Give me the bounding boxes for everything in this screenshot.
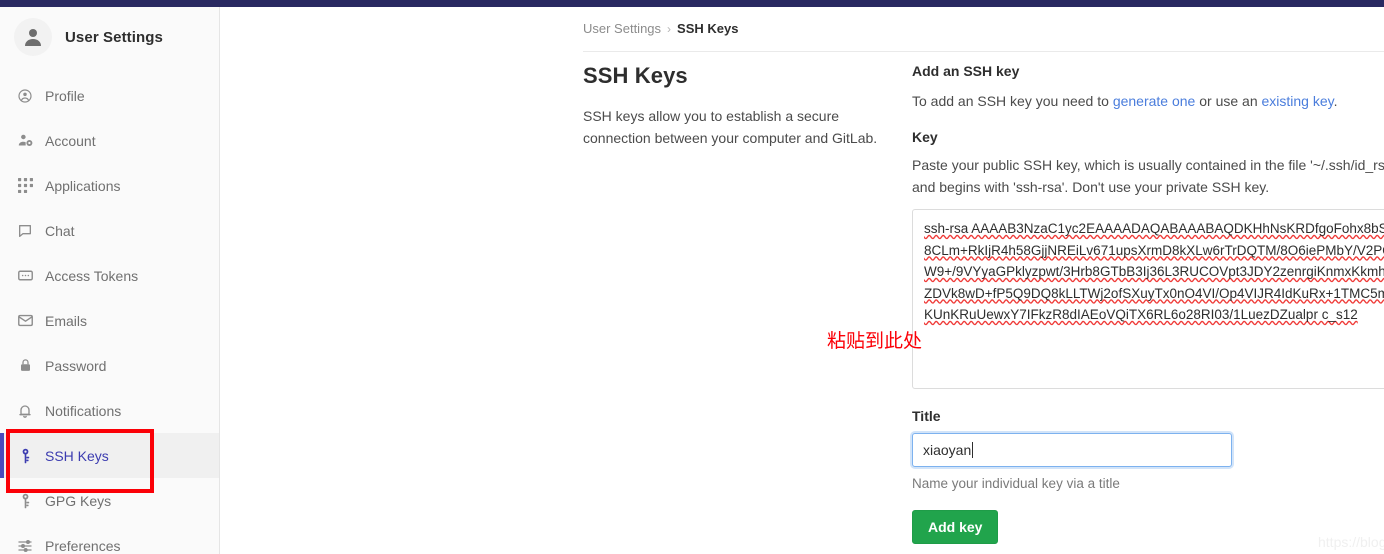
main-content: User Settings › SSH Keys SSH Keys SSH keys… (220, 7, 1384, 554)
lead-suffix: . (1333, 93, 1338, 109)
top-navigation-bar (0, 0, 1384, 7)
grid-apps-icon (15, 176, 35, 196)
key-field-label: Key (912, 129, 938, 145)
sidebar-item-label: Notifications (45, 402, 122, 419)
user-gear-icon (15, 131, 35, 151)
title-field-label: Title (912, 408, 941, 424)
add-ssh-key-form: Add an SSH key To add an SSH key you nee… (912, 63, 1384, 544)
key-icon (15, 491, 35, 511)
title-input[interactable]: xiaoyan (912, 433, 1232, 467)
sidebar-item-label: Applications (45, 177, 121, 194)
sidebar-item-label: Account (45, 132, 96, 149)
generate-one-link[interactable]: generate one (1113, 93, 1196, 109)
lead-prefix: To add an SSH key you need to (912, 93, 1113, 109)
ssh-key-value: ssh-rsa AAAAB3NzaC1yc2EAAAADAQABAAABAQDK… (924, 221, 1384, 322)
key-icon (15, 446, 35, 466)
sidebar-user-label: User Settings (65, 28, 163, 46)
sidebar-item-label: GPG Keys (45, 492, 112, 509)
existing-key-link[interactable]: existing key (1262, 93, 1334, 109)
sidebar-item-chat[interactable]: Chat (0, 208, 219, 253)
gitlab-user-settings-page: User Settings Profile Account Applicatio… (0, 0, 1384, 554)
settings-sidebar: User Settings Profile Account Applicatio… (0, 7, 220, 554)
ssh-key-textarea[interactable]: ssh-rsa AAAAB3NzaC1yc2EAAAADAQABAAABAQDK… (912, 209, 1384, 389)
sidebar-item-profile[interactable]: Profile (0, 73, 219, 118)
breadcrumb: User Settings › SSH Keys (583, 21, 738, 36)
sidebar-item-password[interactable]: Password (0, 343, 219, 388)
sidebar-item-gpg-keys[interactable]: GPG Keys (0, 478, 219, 523)
sidebar-user-header: User Settings (0, 7, 219, 67)
lead-middle: or use an (1195, 93, 1262, 109)
sidebar-item-label: Emails (45, 312, 88, 329)
key-field-help: Paste your public SSH key, which is usua… (912, 157, 1384, 195)
sidebar-item-label: Chat (45, 222, 75, 239)
bell-icon (15, 401, 35, 421)
chat-bubble-icon (15, 221, 35, 241)
form-section-title: Add an SSH key (912, 63, 1020, 79)
user-avatar-icon (14, 18, 52, 56)
sidebar-item-emails[interactable]: Emails (0, 298, 219, 343)
sidebar-item-label: Profile (45, 87, 85, 104)
description-column: SSH Keys SSH keys allow you to establish… (583, 63, 883, 149)
sidebar-item-ssh-keys[interactable]: SSH Keys (0, 433, 219, 478)
sidebar-item-account[interactable]: Account (0, 118, 219, 163)
form-lead-text: To add an SSH key you need to generate o… (912, 93, 1384, 109)
sidebar-item-access-tokens[interactable]: Access Tokens (0, 253, 219, 298)
page-description: SSH keys allow you to establish a secure… (583, 108, 878, 146)
text-cursor (972, 442, 974, 458)
breadcrumb-separator-icon: › (667, 22, 672, 36)
sidebar-item-preferences[interactable]: Preferences (0, 523, 219, 554)
breadcrumb-divider (583, 51, 1384, 52)
sidebar-item-notifications[interactable]: Notifications (0, 388, 219, 433)
sidebar-item-label: Preferences (45, 537, 121, 554)
envelope-icon (15, 311, 35, 331)
page-title: SSH Keys (583, 63, 688, 88)
sliders-icon (15, 536, 35, 554)
title-input-value: xiaoyan (923, 442, 972, 458)
title-field-hint: Name your individual key via a title (912, 476, 1120, 491)
sidebar-item-label: Access Tokens (45, 267, 139, 284)
token-card-icon (15, 266, 35, 286)
sidebar-item-label: SSH Keys (45, 447, 109, 464)
add-key-button[interactable]: Add key (912, 510, 999, 544)
sidebar-item-applications[interactable]: Applications (0, 163, 219, 208)
sidebar-nav: Profile Account Applications Chat Access… (0, 73, 219, 554)
breadcrumb-current: SSH Keys (677, 21, 739, 36)
sidebar-item-label: Password (45, 357, 107, 374)
breadcrumb-parent[interactable]: User Settings (583, 21, 661, 36)
user-circle-icon (15, 86, 35, 106)
lock-icon (15, 356, 35, 376)
